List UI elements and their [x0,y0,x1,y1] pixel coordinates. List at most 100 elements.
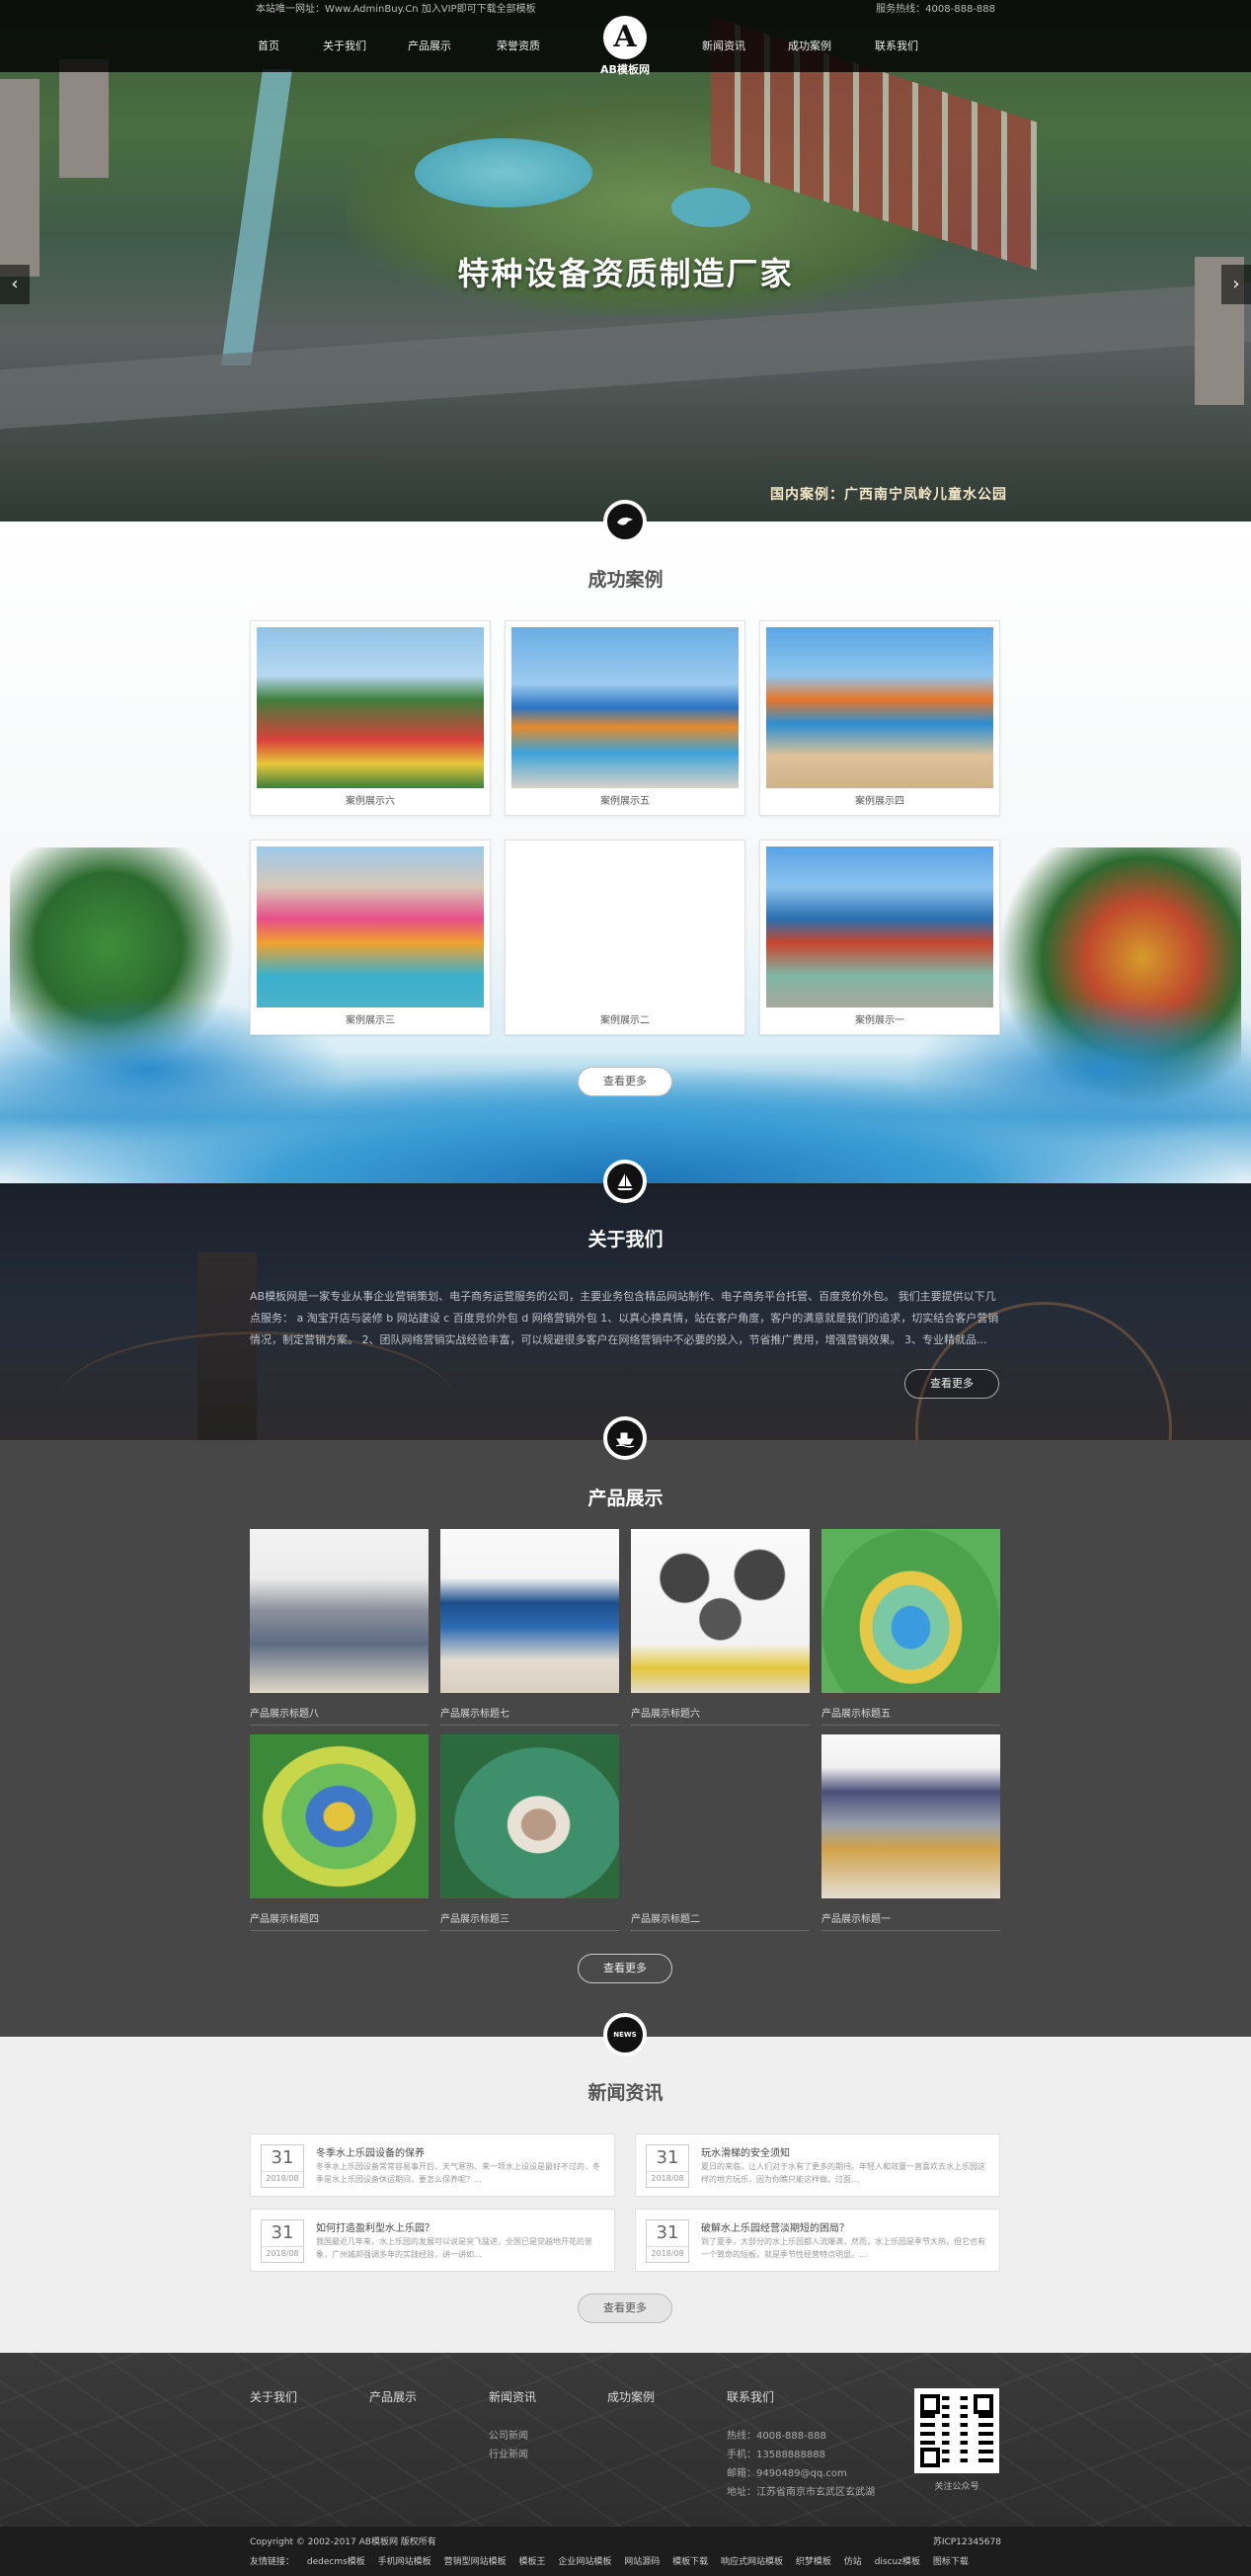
nav-cases[interactable]: 成功案例 [788,38,831,53]
banner-prev-arrow[interactable]: ‹ [0,265,30,304]
news-more-button[interactable]: 查看更多 [578,2294,672,2323]
case-image [257,846,484,1007]
product-image [250,1529,429,1693]
about-more-button[interactable]: 查看更多 [904,1369,999,1399]
nav-about[interactable]: 关于我们 [323,38,366,53]
friend-link[interactable]: 网站源码 [624,2557,660,2567]
case-label: 案例展示二 [600,1015,650,1026]
nav-home[interactable]: 首页 [258,38,279,53]
case-card[interactable]: 案例展示一 [759,840,1000,1035]
news-item[interactable]: 31 2018/08 冬季水上乐园设备的保养 冬季水上乐园设备常常容易事开后、天… [250,2133,615,2197]
nav-contact[interactable]: 联系我们 [875,38,918,53]
news-headline[interactable]: 冬季水上乐园设备的保养 [316,2144,425,2159]
case-label: 案例展示一 [855,1015,904,1026]
product-item[interactable]: 产品展示标题三 [440,1734,619,1932]
cases-section: 成功案例 案例展示六 案例展示五 案例展示四 案例展示三 案例展示二 案例展示一… [0,522,1251,1183]
friend-link[interactable]: 企业网站模板 [558,2557,611,2567]
banner-title: 特种设备资质制造厂家 [457,255,794,292]
divider [440,1930,619,1931]
site-notice: 本站唯一网址：Www.AdminBuy.Cn 加入VIP即可下载全部模板 [256,4,536,15]
footer-col-contact: 联系我们 热线：4008-888-888 手机：13588888888 邮箱：9… [727,2388,875,2502]
case-card[interactable]: 案例展示四 [759,620,1000,816]
divider [250,1930,429,1931]
footer-heading[interactable]: 联系我们 [727,2388,875,2405]
banner-tower [0,79,39,277]
product-item[interactable]: 产品展示标题七 [440,1529,619,1727]
qr-caption: 关注公众号 [934,2482,979,2492]
product-image [440,1529,619,1693]
product-item[interactable]: 产品展示标题一 [821,1734,1000,1932]
case-image [257,627,484,788]
friend-link[interactable]: 营销型网站模板 [444,2557,507,2567]
news-summary: 我国最近几年来，水上乐园的发展可以说是突飞猛进，全国已是觉越地开花的景象，广州城… [316,2237,592,2259]
friend-link[interactable]: 织梦模板 [796,2557,831,2567]
cases-more-button[interactable]: 查看更多 [578,1067,672,1096]
news-item[interactable]: 31 2018/08 如何打造盈利型水上乐园？ 我国最近几年来，水上乐园的发展可… [250,2209,615,2272]
news-item[interactable]: 31 2018/08 玩水滑梯的安全须知 夏日的来临，让人们对于水有了更多的期待… [635,2133,1000,2197]
nav-products[interactable]: 产品展示 [408,38,451,53]
product-image [821,1734,1000,1898]
friend-link[interactable]: 响应式网站模板 [721,2557,783,2567]
products-more-button[interactable]: 查看更多 [578,1954,672,1983]
footer-link[interactable]: 行业新闻 [489,2446,536,2464]
news-date: 31 2018/08 [646,2219,689,2263]
friend-link[interactable]: 图标下载 [933,2557,969,2567]
divider [631,1725,810,1726]
footer-heading[interactable]: 成功案例 [607,2388,655,2405]
product-item[interactable]: 产品展示标题五 [821,1529,1000,1727]
icp-number[interactable]: 苏ICP12345678 [933,2535,1001,2547]
footer-heading[interactable]: 新闻资讯 [489,2388,536,2405]
friend-link[interactable]: 模板下载 [672,2557,708,2567]
news-summary: 夏日的来临，让人们对于水有了更多的期待。年轻人和效童一直喜欢去水上乐园这样的地方… [701,2162,985,2184]
divider [440,1725,619,1726]
product-label: 产品展示标题二 [631,1914,700,1925]
case-card[interactable]: 案例展示五 [505,620,745,816]
nav-news[interactable]: 新闻资讯 [702,38,745,53]
banner-pool [671,188,750,227]
ship-icon [603,1416,647,1460]
product-item[interactable]: 产品展示标题二 [631,1734,810,1932]
product-label: 产品展示标题三 [440,1914,509,1925]
divider [821,1930,1000,1931]
friend-links: 友情链接： dedecms模板 手机网站模板 营销型网站模板 模板王 企业网站模… [250,2554,978,2567]
news-item[interactable]: 31 2018/08 破解水上乐园经营淡期短的困局？ 到了夏季，大部分的水上乐园… [635,2209,1000,2272]
news-summary: 冬季水上乐园设备常常容易事开后、天气寒热、来一项水上设设是最好不过的，冬季是水上… [316,2162,600,2184]
case-label: 案例展示五 [600,796,650,807]
case-label: 案例展示六 [346,796,395,807]
nav-honors[interactable]: 荣誉资质 [497,38,540,53]
friend-link[interactable]: discuz模板 [875,2557,920,2567]
friend-link[interactable]: dedecms模板 [307,2557,365,2567]
case-label: 案例展示三 [346,1015,395,1026]
news-headline[interactable]: 破解水上乐园经营淡期短的困局？ [701,2219,849,2234]
news-headline[interactable]: 如何打造盈利型水上乐园？ [316,2219,434,2234]
footer-heading[interactable]: 关于我们 [250,2388,297,2405]
news-day: 31 [656,2147,679,2168]
news-month: 2018/08 [262,2246,303,2261]
product-label: 产品展示标题四 [250,1914,319,1925]
site-footer: 关于我们 产品展示 新闻资讯 公司新闻 行业新闻 成功案例 联系我们 热线：40… [0,2353,1251,2527]
product-item[interactable]: 产品展示标题八 [250,1529,429,1727]
case-card[interactable]: 案例展示三 [250,840,491,1035]
friend-link[interactable]: 仿站 [844,2557,862,2567]
footer-heading[interactable]: 产品展示 [369,2388,417,2405]
sailboat-icon [603,1160,647,1203]
news-icon: NEWS [603,2013,647,2056]
product-item[interactable]: 产品展示标题四 [250,1734,429,1932]
case-image [511,846,739,1007]
case-card[interactable]: 案例展示六 [250,620,491,816]
case-image [766,627,993,788]
bird-icon [603,500,647,543]
friend-link[interactable]: 手机网站模板 [378,2557,431,2567]
friend-link[interactable]: 模板王 [518,2557,545,2567]
case-card[interactable]: 案例展示二 [505,840,745,1035]
news-date: 31 2018/08 [646,2144,689,2188]
banner-next-arrow[interactable]: › [1221,265,1251,304]
news-day: 31 [271,2147,294,2168]
product-item[interactable]: 产品展示标题六 [631,1529,810,1727]
site-logo[interactable]: A AB模板网 [592,16,658,81]
product-image [631,1734,810,1898]
product-image [440,1734,619,1898]
footer-link[interactable]: 公司新闻 [489,2427,536,2446]
hotline: 服务热线：4008-888-888 [876,4,995,15]
news-headline[interactable]: 玩水滑梯的安全须知 [701,2144,790,2159]
